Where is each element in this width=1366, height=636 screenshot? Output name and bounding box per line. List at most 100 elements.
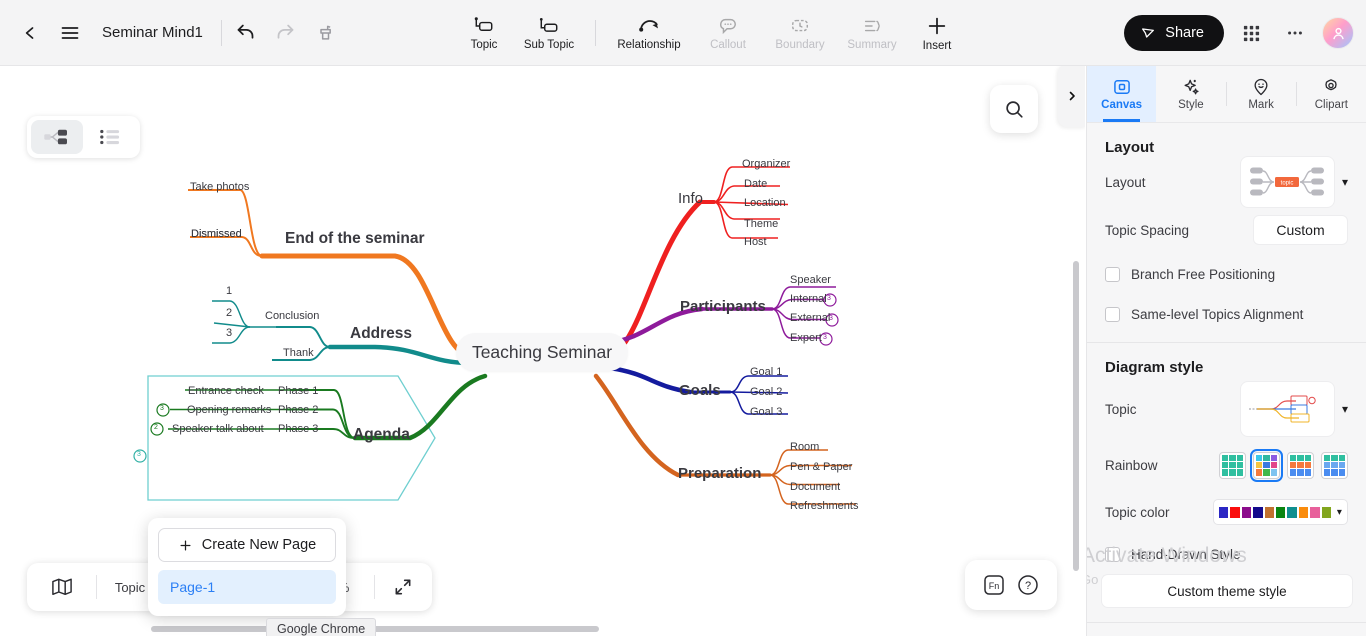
fit-screen-button[interactable] xyxy=(375,577,432,597)
node-goals-child[interactable]: Goal 2 xyxy=(750,386,782,398)
node-opening-remarks[interactable]: Opening remarks xyxy=(187,404,271,416)
node-num-1[interactable]: 1 xyxy=(226,285,232,297)
node-goals-child[interactable]: Goal 1 xyxy=(750,366,782,378)
node-num-2[interactable]: 2 xyxy=(226,307,232,319)
undo-button[interactable] xyxy=(226,13,266,53)
tool-callout[interactable]: Callout xyxy=(692,12,764,55)
branch-free-positioning-checkbox[interactable] xyxy=(1105,266,1120,282)
node-participants-child[interactable]: Speaker xyxy=(790,274,831,286)
node-phase-1[interactable]: Phase 1 xyxy=(278,385,318,397)
layout-preview[interactable]: topic xyxy=(1239,156,1335,208)
node-preparation-child[interactable]: Room xyxy=(790,441,819,453)
badge-text: 3 xyxy=(827,295,831,302)
tool-boundary[interactable]: Boundary xyxy=(764,12,836,55)
node-end-seminar[interactable]: End of the seminar xyxy=(285,230,425,248)
hand-drawn-style-row[interactable]: Hand-Drawn Style xyxy=(1087,534,1366,574)
tool-insert[interactable]: Insert xyxy=(908,11,966,56)
layout-chevron-down-icon[interactable]: ▾ xyxy=(1342,175,1348,189)
more-options-button[interactable] xyxy=(1278,16,1312,50)
branch-line-goals xyxy=(607,365,693,395)
tool-topic[interactable]: Topic xyxy=(455,12,513,55)
same-level-alignment-row[interactable]: Same-level Topics Alignment xyxy=(1087,294,1366,334)
node-num-3[interactable]: 3 xyxy=(226,327,232,339)
node-address[interactable]: Address xyxy=(350,325,412,343)
search-button[interactable] xyxy=(990,85,1038,133)
avatar[interactable] xyxy=(1322,17,1354,49)
share-button[interactable]: Share xyxy=(1124,15,1224,51)
node-participants[interactable]: Participants xyxy=(680,298,766,315)
node-goals-child[interactable]: Goal 3 xyxy=(750,406,782,418)
hand-drawn-style-checkbox[interactable] xyxy=(1105,546,1120,562)
node-participants-child[interactable]: Internal xyxy=(790,293,827,305)
central-topic[interactable]: Teaching Seminar xyxy=(456,333,628,371)
tab-mark[interactable]: Mark xyxy=(1227,66,1296,122)
node-info-child[interactable]: Organizer xyxy=(742,158,790,170)
topic-style-chevron-down-icon[interactable]: ▾ xyxy=(1342,402,1348,416)
taskbar-tooltip: Google Chrome xyxy=(266,618,377,636)
node-thank[interactable]: Thank xyxy=(283,347,314,359)
tab-clipart[interactable]: Clipart xyxy=(1297,66,1366,122)
node-take-photos-display[interactable]: Take photos xyxy=(190,181,249,193)
help-button[interactable]: ? xyxy=(1016,573,1040,597)
node-info-child[interactable]: Host xyxy=(744,236,767,248)
view-toggle-mindmap[interactable] xyxy=(31,120,83,154)
right-panel: Canvas Style Mark Clipart Layout Layout xyxy=(1086,66,1366,636)
node-preparation-child[interactable]: Pen & Paper xyxy=(790,461,852,473)
rainbow-swatch-3[interactable] xyxy=(1287,451,1314,479)
node-info-child[interactable]: Date xyxy=(744,178,767,190)
node-info-child[interactable]: Location xyxy=(744,197,786,209)
back-button[interactable] xyxy=(10,13,50,53)
node-agenda[interactable]: Agenda xyxy=(353,426,410,444)
layout-section-title: Layout xyxy=(1105,139,1155,156)
panel-toggle-button[interactable] xyxy=(1058,66,1085,127)
tool-sub-topic[interactable]: Sub Topic xyxy=(513,12,585,55)
node-info-child[interactable]: Theme xyxy=(744,218,778,230)
apps-button[interactable] xyxy=(1234,16,1268,50)
rainbow-swatch-2[interactable] xyxy=(1250,448,1283,482)
topic-color-label: Topic color xyxy=(1105,504,1170,520)
create-new-page-button[interactable]: Create New Page xyxy=(158,528,336,562)
node-speaker-talk[interactable]: Speaker talk about xyxy=(172,423,264,435)
node-conclusion[interactable]: Conclusion xyxy=(265,310,319,322)
tool-label: Topic xyxy=(470,38,498,51)
tool-label: Callout xyxy=(710,38,746,51)
tool-summary[interactable]: Summary xyxy=(836,12,908,55)
mindmap-canvas[interactable]: Teaching Seminar Info Organizer Date Loc… xyxy=(0,66,1085,636)
document-title[interactable]: Seminar Mind1 xyxy=(90,24,217,41)
node-goals[interactable]: Goals xyxy=(679,382,721,399)
branch-free-positioning-row[interactable]: Branch Free Positioning xyxy=(1087,254,1366,294)
topic-color-strip[interactable]: ▾ xyxy=(1213,499,1348,525)
chevron-left-icon xyxy=(25,26,34,39)
topic-spacing-button[interactable]: Custom xyxy=(1253,215,1348,245)
right-panel-bottom-divider xyxy=(1087,622,1366,623)
fn-button[interactable]: Fn xyxy=(982,573,1006,597)
rainbow-swatch-4[interactable] xyxy=(1321,451,1348,479)
node-phase-2[interactable]: Phase 2 xyxy=(278,404,318,416)
menu-button[interactable] xyxy=(50,13,90,53)
rainbow-row: Rainbow xyxy=(1087,440,1366,490)
tab-canvas[interactable]: Canvas xyxy=(1087,66,1157,122)
topic-color-chevron-down-icon[interactable]: ▾ xyxy=(1337,507,1342,518)
node-preparation-child[interactable]: Document xyxy=(790,481,840,493)
node-preparation-child[interactable]: Refreshments xyxy=(790,500,858,512)
tab-style[interactable]: Style xyxy=(1156,66,1225,122)
rainbow-swatch-1[interactable] xyxy=(1219,451,1246,479)
tool-label: Relationship xyxy=(617,38,681,51)
node-info[interactable]: Info xyxy=(678,190,703,207)
node-participants-child[interactable]: Expert xyxy=(790,332,822,344)
node-preparation[interactable]: Preparation xyxy=(678,465,761,482)
custom-theme-style-button[interactable]: Custom theme style xyxy=(1101,574,1353,608)
color-dot xyxy=(1219,506,1229,518)
topic-style-preview[interactable] xyxy=(1239,381,1335,437)
page-list-item[interactable]: Page-1 xyxy=(158,570,336,604)
node-entrance-check[interactable]: Entrance check xyxy=(188,385,264,397)
map-overview-button[interactable] xyxy=(27,577,96,597)
same-level-alignment-checkbox[interactable] xyxy=(1105,306,1120,322)
format-painter-button[interactable] xyxy=(306,13,346,53)
node-phase-3[interactable]: Phase 3 xyxy=(278,423,318,435)
redo-button[interactable] xyxy=(266,13,306,53)
tool-relationship[interactable]: Relationship xyxy=(606,12,692,55)
canvas-vertical-scrollbar[interactable] xyxy=(1073,261,1079,571)
node-participants-child[interactable]: External xyxy=(790,312,830,324)
view-toggle-outline[interactable] xyxy=(85,120,137,154)
